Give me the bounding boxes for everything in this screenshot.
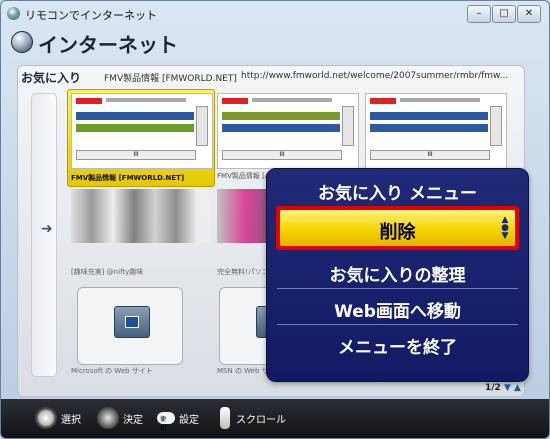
menu-item-organize-favorites[interactable]: お気に入りの整理 <box>277 261 518 286</box>
favorites-menu-popup: お気に入り メニュー 削除 ▲ ● ▼ お気に入りの整理 Web画面へ移動 メニュー… <box>266 168 529 382</box>
ok-button-icon <box>97 407 119 429</box>
globe-icon <box>11 31 33 53</box>
close-button[interactable]: ✕ <box>517 5 541 23</box>
thumbnail-caption: [趣味充実] @nifty趣味 <box>71 268 144 276</box>
scroll-arrows-icon: ▲ ● ▼ <box>501 215 509 241</box>
footer-confirm-label: 決定 <box>123 415 143 426</box>
page-number: 1/2 <box>485 383 501 393</box>
left-arrow-icon[interactable]: ➜ <box>41 221 53 237</box>
minimize-button[interactable]: – <box>467 5 491 23</box>
menu-item-go-to-web[interactable]: Web画面へ移動 <box>277 297 518 322</box>
thumbnail-caption: FMV製品情報 [FMWORLD.NET] <box>71 174 185 182</box>
scrollbar <box>196 106 208 146</box>
scrollbar <box>490 106 502 146</box>
footer-scroll-label: スクロール <box>236 415 286 426</box>
page-title: インターネット <box>38 33 178 57</box>
fujitsu-logo <box>222 98 248 104</box>
globe-icon <box>7 7 20 20</box>
menu-item-label: 削除 <box>379 222 416 243</box>
triangle-down-icon[interactable]: ▼ <box>504 383 511 393</box>
triangle-up-icon[interactable]: ▲ <box>514 383 521 393</box>
remote-control-footer: 選択 決定 便利 設定 スクロール <box>1 399 549 438</box>
favorites-label: お気に入り <box>21 71 82 85</box>
favorite-thumbnail-4[interactable] <box>71 189 211 243</box>
maximize-button[interactable]: □ <box>492 5 516 23</box>
footer-select-label: 選択 <box>61 415 81 426</box>
webpage-preview: III <box>71 93 213 169</box>
setting-badge-text: 便利 <box>160 416 167 432</box>
scrollbar <box>342 106 354 146</box>
selected-site-url: http://www.fmworld.net/welcome/2007summe… <box>241 71 509 81</box>
folder-icon <box>114 306 150 338</box>
menu-item-close-menu[interactable]: メニューを終了 <box>277 333 518 358</box>
scroll-icon <box>220 407 230 429</box>
favorite-folder-1[interactable] <box>77 287 183 365</box>
fujitsu-logo <box>370 98 396 104</box>
footer-setting-label: 設定 <box>179 415 199 426</box>
menu-divider <box>277 288 518 289</box>
horizontal-scrollbar: III <box>222 150 342 160</box>
webpage-preview: III <box>217 93 359 169</box>
app-window: リモコンでインターネット – □ ✕ インターネット お気に入り FMV製品情報… <box>0 0 550 439</box>
folder-caption: Microsoft の Web サイト <box>71 367 153 375</box>
selected-site-title: FMV製品情報 [FMWORLD.NET] <box>104 74 237 84</box>
webpage-preview: III <box>365 93 507 169</box>
page-indicator: 1/2 ▼ ▲ <box>485 383 521 393</box>
title-bar: リモコンでインターネット – □ ✕ <box>1 1 549 27</box>
dpad-icon <box>35 407 57 429</box>
horizontal-scrollbar: III <box>76 150 196 160</box>
fujitsu-logo <box>76 98 102 104</box>
menu-title: お気に入り メニュー <box>318 184 477 204</box>
horizontal-scrollbar: III <box>370 150 490 160</box>
menu-item-delete[interactable]: 削除 ▲ ● ▼ <box>276 206 519 250</box>
menu-divider <box>277 324 518 325</box>
window-title: リモコンでインターネット <box>25 9 157 22</box>
